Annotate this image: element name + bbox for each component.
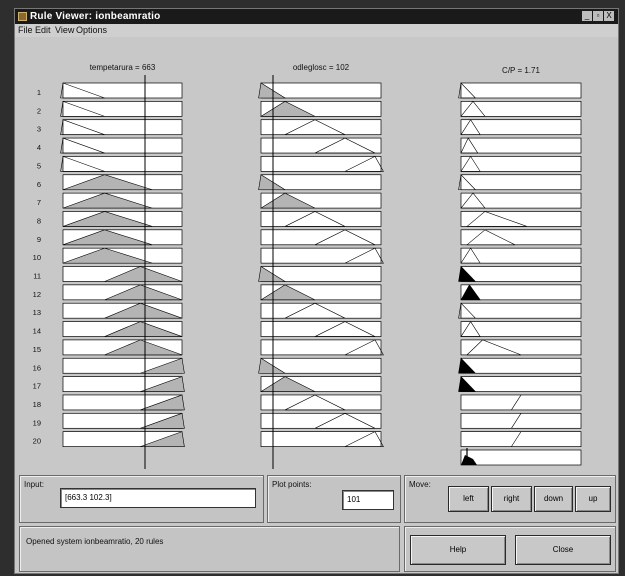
range-label: 0 <box>261 468 265 469</box>
input-variable-label: odleglosc = 102 <box>293 63 350 72</box>
rule-cell <box>260 302 382 319</box>
rule-cell <box>460 357 582 374</box>
rule-cell <box>62 156 183 172</box>
app-icon <box>18 12 27 21</box>
menu-bar: File Edit View Options <box>15 24 618 37</box>
move-right-button[interactable]: right <box>491 486 532 512</box>
plot-points-label: Plot points: <box>272 480 312 489</box>
rule-cell <box>260 137 382 154</box>
menu-edit[interactable]: Edit <box>35 24 51 37</box>
move-up-button[interactable]: up <box>575 486 611 512</box>
input-panel: Input: [663.3 102.3] <box>19 475 264 523</box>
aggregate-output-cell <box>460 449 582 466</box>
input-label: Input: <box>24 480 45 489</box>
rule-number[interactable]: 9 <box>37 235 41 244</box>
rule-cell <box>260 211 382 227</box>
rule-number[interactable]: 7 <box>37 198 41 207</box>
rule-cell <box>460 431 582 447</box>
rule-cell <box>62 119 183 136</box>
rule-number[interactable]: 17 <box>33 382 41 391</box>
plot-points-field[interactable]: 101 <box>342 490 394 510</box>
menu-file[interactable]: File <box>18 24 33 37</box>
menu-view[interactable]: View <box>55 24 74 37</box>
rule-cell <box>460 412 582 429</box>
rule-cell <box>260 339 382 356</box>
rule-number[interactable]: 10 <box>33 253 41 262</box>
close-window-icon[interactable]: X <box>604 11 614 21</box>
rule-cell <box>260 247 382 264</box>
rule-cell <box>260 156 382 172</box>
menu-options[interactable]: Options <box>76 24 107 37</box>
rule-plot-area: tempetarura = 663 odleglosc = 102 C/P = 1.… <box>15 37 618 469</box>
rule-number[interactable]: 19 <box>33 418 41 427</box>
rule-cell <box>260 431 382 447</box>
range-label: 750 <box>169 468 182 469</box>
rule-number[interactable]: 12 <box>33 290 41 299</box>
status-panel: Opened system ionbeamratio, 20 rules <box>19 526 400 572</box>
rule-number[interactable]: 6 <box>37 180 41 189</box>
rule-cell <box>460 82 582 99</box>
rule-cell <box>460 339 582 356</box>
rule-number[interactable]: 2 <box>37 106 41 115</box>
rule-number[interactable]: 11 <box>33 272 41 281</box>
move-panel: Move: left right down up <box>404 475 616 523</box>
rule-plot[interactable]: tempetarura = 663 odleglosc = 102 C/P = 1.… <box>15 37 618 469</box>
minimize-icon[interactable]: _ <box>582 11 592 21</box>
rule-number[interactable]: 1 <box>37 88 41 97</box>
rule-cell <box>460 229 582 246</box>
move-label: Move: <box>409 480 431 489</box>
restore-icon[interactable]: ▫ <box>593 11 603 21</box>
rule-cell <box>460 174 582 191</box>
rule-number[interactable]: 3 <box>37 125 41 134</box>
rule-cell <box>62 82 183 99</box>
input-variable-label: tempetarura = 663 <box>90 63 156 72</box>
rule-cell <box>460 266 582 282</box>
rule-number[interactable]: 20 <box>33 437 41 446</box>
rule-cell <box>260 321 382 337</box>
close-button[interactable]: Close <box>515 535 611 565</box>
move-down-button[interactable]: down <box>534 486 573 512</box>
rule-cell <box>260 394 382 411</box>
rule-cell <box>260 229 382 246</box>
rule-number[interactable]: 15 <box>33 345 41 354</box>
rule-cell <box>460 284 582 301</box>
plot-points-panel: Plot points: 101 <box>267 475 401 523</box>
rule-number[interactable]: 13 <box>33 308 41 317</box>
rule-number[interactable]: 18 <box>33 400 41 409</box>
rule-number[interactable]: 5 <box>37 161 41 170</box>
move-left-button[interactable]: left <box>448 486 489 512</box>
rule-cell <box>460 302 582 319</box>
title-bar: Rule Viewer: ionbeamratio _ ▫ X <box>15 9 618 24</box>
rule-number[interactable]: 16 <box>33 363 41 372</box>
window-title: Rule Viewer: ionbeamratio <box>30 11 161 22</box>
rule-cell <box>460 376 582 392</box>
output-variable-label: C/P = 1.71 <box>502 66 540 75</box>
rule-cell <box>260 412 382 429</box>
input-vector-field[interactable]: [663.3 102.3] <box>60 488 256 508</box>
status-text: Opened system ionbeamratio, 20 rules <box>26 537 164 546</box>
rule-cell <box>460 137 582 154</box>
rule-cell <box>460 394 582 411</box>
rule-number[interactable]: 8 <box>37 216 41 225</box>
rule-viewer-window: Rule Viewer: ionbeamratio _ ▫ X File Edi… <box>14 8 619 574</box>
rule-number[interactable]: 4 <box>37 143 41 152</box>
rule-cell <box>62 137 183 154</box>
rule-cell <box>260 119 382 136</box>
rule-number[interactable]: 14 <box>33 327 41 336</box>
action-panel: Help Close <box>404 526 616 572</box>
rule-cell <box>62 100 183 117</box>
range-label: 450 <box>63 468 76 469</box>
range-label: 900 <box>368 468 381 469</box>
help-button[interactable]: Help <box>410 535 506 565</box>
